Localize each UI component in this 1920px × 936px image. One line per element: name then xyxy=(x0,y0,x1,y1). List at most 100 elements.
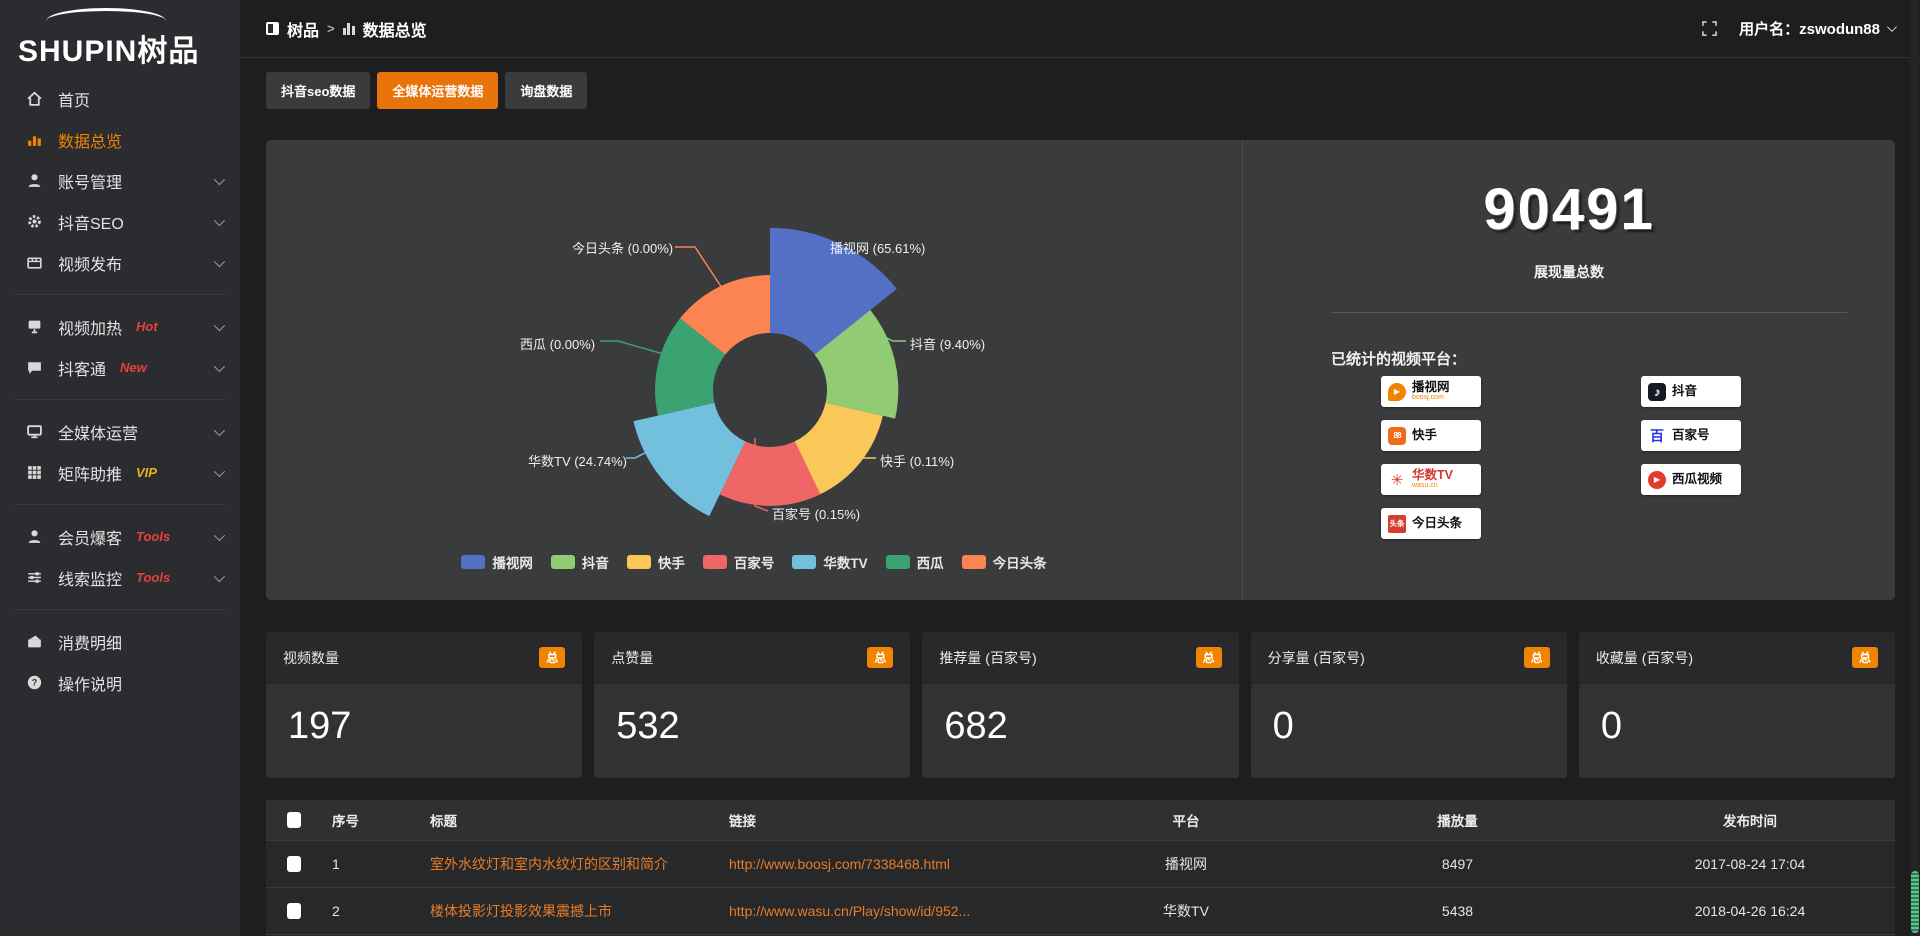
sidebar-item-label: 会员爆客 xyxy=(58,525,122,549)
wallet-icon xyxy=(26,633,43,650)
sidebar-item-sliders[interactable]: 线索监控 Tools xyxy=(0,557,240,598)
sidebar-item-upload[interactable]: 视频发布 xyxy=(0,242,240,283)
breadcrumb: 树品 > 数据总览 xyxy=(266,17,427,41)
legend-swatch xyxy=(962,555,986,569)
summary-area: 90491 展现量总数 已统计的视频平台： ▶播视网boosj.com88快手✳… xyxy=(1243,140,1895,600)
total-badge[interactable]: 总 xyxy=(1524,647,1550,668)
select-all-checkbox[interactable] xyxy=(287,812,301,828)
scrollbar-thumb[interactable] xyxy=(1911,871,1919,933)
sidebar-item-screen[interactable]: 视频加热Hot xyxy=(0,306,240,347)
chevron-down-icon xyxy=(214,214,225,225)
sidebar-item-label: 消费明细 xyxy=(58,630,122,654)
row-checkbox[interactable] xyxy=(287,856,301,872)
sidebar-item-chat[interactable]: 抖客通 New xyxy=(0,347,240,388)
total-impressions-label: 展现量总数 xyxy=(1243,262,1895,282)
total-impressions-value: 90491 xyxy=(1243,176,1895,243)
sidebar-item-grid[interactable]: 矩阵助推 VIP xyxy=(0,452,240,493)
platform-badge-boosj: ▶播视网boosj.com xyxy=(1381,376,1481,407)
stat-card-3: 分享量 (百家号)总0 xyxy=(1251,632,1567,778)
stat-card-value: 197 xyxy=(288,705,351,748)
xigua-logo-icon: ▶ xyxy=(1648,471,1666,489)
pie-sector-华数TV[interactable] xyxy=(634,403,746,516)
legend-label: 播视网 xyxy=(492,552,533,572)
chart-legend: 播视网抖音快手 百家号华数TV 西瓜今日头条 xyxy=(266,552,1242,572)
legend-label: 百家号 xyxy=(734,552,775,572)
platform-badge-baijia: 百百家号 xyxy=(1641,420,1741,451)
sidebar-item-label: 线索监控 xyxy=(58,566,122,590)
sidebar-item-label: 视频发布 xyxy=(58,251,122,275)
total-badge[interactable]: 总 xyxy=(1852,647,1878,668)
stat-card-value: 0 xyxy=(1273,705,1294,748)
breadcrumb-page[interactable]: 数据总览 xyxy=(363,17,427,41)
cell-title[interactable]: 室外水纹灯和室内水纹灯的区别和简介 xyxy=(420,840,719,887)
stat-card-body: 682 xyxy=(922,684,1238,778)
total-badge[interactable]: 总 xyxy=(539,647,565,668)
sidebar-item-monitor[interactable]: 全媒体运营 xyxy=(0,411,240,452)
platform-domain: wasu.cn xyxy=(1412,482,1453,489)
chart-icon xyxy=(26,131,43,148)
sidebar-item-tag: Hot xyxy=(136,319,158,334)
legend-item-西瓜[interactable]: 西瓜 xyxy=(886,552,944,572)
tab-1[interactable]: 全媒体运营数据 xyxy=(377,72,498,109)
user-icon xyxy=(26,172,43,189)
stat-card-title: 收藏量 (百家号) xyxy=(1596,648,1693,668)
total-badge[interactable]: 总 xyxy=(867,647,893,668)
scrollbar-track[interactable] xyxy=(1910,0,1919,936)
app-logo: SHUPIN树品 xyxy=(0,0,240,78)
cell-link[interactable]: http://www.wasu.cn/Play/show/id/952... xyxy=(719,887,1062,934)
tab-0[interactable]: 抖音seo数据 xyxy=(266,72,370,109)
legend-item-抖音[interactable]: 抖音 xyxy=(551,552,609,572)
cell-link[interactable]: http://www.boosj.com/7338468.html xyxy=(719,840,1062,887)
platform-badge-wasu: ✳华数TVwasu.cn xyxy=(1381,464,1481,495)
pie-label-快手: 快手 (0.11%) xyxy=(880,451,954,470)
tab-2[interactable]: 询盘数据 xyxy=(505,72,587,109)
cell-plays: 8497 xyxy=(1310,840,1605,887)
divider xyxy=(14,609,226,610)
fullscreen-icon[interactable] xyxy=(1702,21,1717,36)
legend-item-今日头条[interactable]: 今日头条 xyxy=(962,552,1047,572)
sidebar-item-user2[interactable]: 会员爆客 Tools xyxy=(0,516,240,557)
chat-icon xyxy=(26,359,43,376)
boosj-logo-icon: ▶ xyxy=(1388,383,1406,401)
platform-name: 百家号 xyxy=(1672,429,1710,442)
stat-card-value: 0 xyxy=(1601,705,1622,748)
sidebar-item-label: 矩阵助推 xyxy=(58,461,122,485)
video-table: 序号 标题 链接 平台 播放量 发布时间 1室外水纹灯和室内水纹灯的区别和简介h… xyxy=(266,800,1895,936)
chevron-down-icon xyxy=(214,570,225,581)
sidebar-item-home[interactable]: 首页 xyxy=(0,78,240,119)
sidebar-item-tag: Tools xyxy=(136,529,170,544)
sidebar-item-user[interactable]: 账号管理 xyxy=(0,160,240,201)
sidebar-item-tag: Tools xyxy=(136,570,170,585)
legend-item-华数TV[interactable]: 华数TV xyxy=(792,552,867,572)
platform-name: 快手 xyxy=(1412,429,1437,442)
sidebar-item-label: 数据总览 xyxy=(58,128,122,152)
legend-label: 西瓜 xyxy=(917,552,944,572)
platform-badge-column-left: ▶播视网boosj.com88快手✳华数TVwasu.cn头条今日头条 xyxy=(1381,376,1481,539)
sidebar-item-wallet[interactable]: 消费明细 xyxy=(0,621,240,662)
legend-item-快手[interactable]: 快手 xyxy=(627,552,685,572)
sidebar-item-tag: VIP xyxy=(136,465,157,480)
pie-label-抖音: 抖音 (9.40%) xyxy=(910,334,985,353)
legend-item-播视网[interactable]: 播视网 xyxy=(461,552,533,572)
legend-item-百家号[interactable]: 百家号 xyxy=(703,552,775,572)
stat-card-2: 推荐量 (百家号)总682 xyxy=(922,632,1238,778)
legend-swatch xyxy=(703,555,727,569)
sidebar-menu: 首页数据总览账号管理抖音SEO视频发布视频加热Hot抖客通New全媒体运营矩阵助… xyxy=(0,78,240,703)
sidebar-item-label: 抖客通 xyxy=(58,356,106,380)
sidebar-item-tag: New xyxy=(120,360,147,375)
row-checkbox[interactable] xyxy=(287,903,301,919)
stat-card-header: 点赞量总 xyxy=(594,632,910,684)
sidebar-item-gear[interactable]: 抖音SEO xyxy=(0,201,240,242)
legend-swatch xyxy=(551,555,575,569)
total-badge[interactable]: 总 xyxy=(1196,647,1222,668)
legend-swatch xyxy=(461,555,485,569)
stat-card-header: 视频数量总 xyxy=(266,632,582,684)
cell-title[interactable]: 楼体投影灯投影效果震撼上市 xyxy=(420,887,719,934)
sidebar-item-chart[interactable]: 数据总览 xyxy=(0,119,240,160)
user-menu[interactable]: 用户名：zswodun88 xyxy=(1739,18,1894,39)
sidebar-item-help[interactable]: ?操作说明 xyxy=(0,662,240,703)
rose-chart xyxy=(266,140,1243,600)
breadcrumb-app[interactable]: 树品 xyxy=(287,17,319,41)
data-tabs: 抖音seo数据全媒体运营数据询盘数据 xyxy=(266,72,587,109)
stat-card-body: 0 xyxy=(1579,684,1895,778)
